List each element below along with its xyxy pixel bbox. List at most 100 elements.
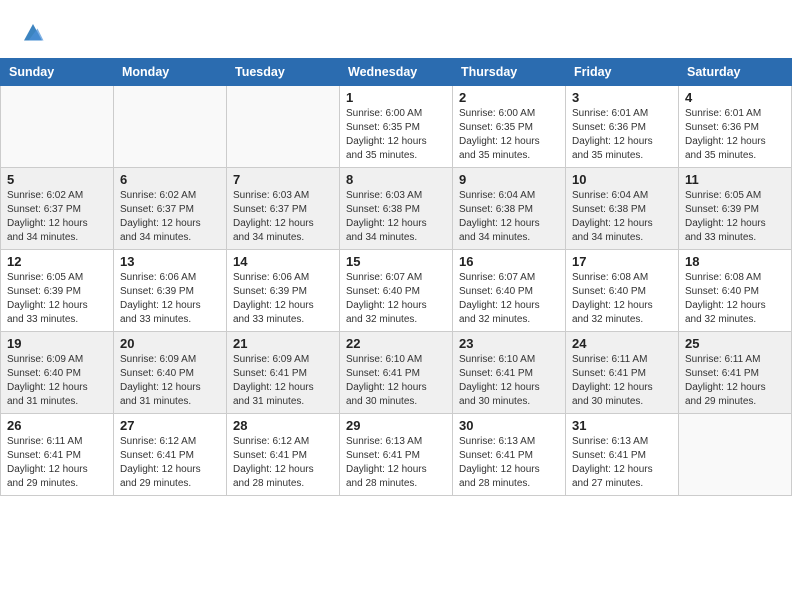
sunset-text: Sunset: 6:41 PM (233, 450, 307, 461)
calendar-day-cell: 29 Sunrise: 6:13 AMSunset: 6:41 PMDayligh… (340, 414, 453, 496)
daylight-text: Daylight: 12 hours and 34 minutes. (233, 218, 314, 243)
sunrise-text: Sunrise: 6:13 AM (459, 436, 535, 447)
sunrise-text: Sunrise: 6:07 AM (459, 272, 535, 283)
calendar-day-cell: 6Sunrise: 6:02 AMSunset: 6:37 PMDaylight… (114, 168, 227, 250)
day-info: Sunrise: 6:00 AMSunset: 6:35 PMDaylight:… (346, 107, 446, 163)
sunrise-text: Sunrise: 6:04 AM (572, 190, 648, 201)
daylight-text: Daylight: 12 hours and 33 minutes. (7, 300, 88, 325)
day-number: 26 (7, 418, 107, 433)
sunrise-text: Sunrise: 6:00 AM (459, 108, 535, 119)
sunset-text: Sunset: 6:41 PM (7, 450, 81, 461)
day-number: 21 (233, 336, 333, 351)
day-info: Sunrise: 6:09 AMSunset: 6:41 PMDaylight:… (233, 353, 333, 409)
calendar-day-cell: 18Sunrise: 6:08 AMSunset: 6:40 PMDayligh… (679, 250, 792, 332)
calendar-day-cell: 4Sunrise: 6:01 AMSunset: 6:36 PMDaylight… (679, 86, 792, 168)
logo (18, 18, 52, 48)
sunset-text: Sunset: 6:39 PM (233, 286, 307, 297)
calendar-day-cell: 30Sunrise: 6:13 AMSunset: 6:41 PMDayligh… (453, 414, 566, 496)
calendar-day-cell: 27Sunrise: 6:12 AMSunset: 6:41 PMDayligh… (114, 414, 227, 496)
sunset-text: Sunset: 6:41 PM (120, 450, 194, 461)
day-header: Sunday (1, 59, 114, 86)
calendar: SundayMondayTuesdayWednesdayThursdayFrid… (0, 58, 792, 496)
day-info: Sunrise: 6:07 AMSunset: 6:40 PMDaylight:… (459, 271, 559, 327)
calendar-day-cell: 5Sunrise: 6:02 AMSunset: 6:37 PMDaylight… (1, 168, 114, 250)
day-info: Sunrise: 6:11 AMSunset: 6:41 PMDaylight:… (685, 353, 785, 409)
daylight-text: Daylight: 12 hours and 33 minutes. (685, 218, 766, 243)
calendar-day-cell: 3Sunrise: 6:01 AMSunset: 6:36 PMDaylight… (566, 86, 679, 168)
day-number: 12 (7, 254, 107, 269)
sunrise-text: Sunrise: 6:11 AM (685, 354, 760, 365)
day-header: Friday (566, 59, 679, 86)
sunset-text: Sunset: 6:41 PM (572, 368, 646, 379)
sunrise-text: Sunrise: 6:06 AM (233, 272, 309, 283)
daylight-text: Daylight: 12 hours and 35 minutes. (459, 136, 540, 161)
calendar-day-cell: 11Sunrise: 6:05 AMSunset: 6:39 PMDayligh… (679, 168, 792, 250)
sunset-text: Sunset: 6:40 PM (120, 368, 194, 379)
sunset-text: Sunset: 6:36 PM (685, 122, 759, 133)
sunrise-text: Sunrise: 6:07 AM (346, 272, 422, 283)
sunrise-text: Sunrise: 6:05 AM (685, 190, 761, 201)
calendar-week-row: 19Sunrise: 6:09 AMSunset: 6:40 PMDayligh… (1, 332, 792, 414)
day-number: 13 (120, 254, 220, 269)
calendar-day-cell (227, 86, 340, 168)
day-number: 28 (233, 418, 333, 433)
calendar-week-row: 5 Sunrise: 6:02 AM Sunset: 6:37 PM Daylight… (1, 168, 792, 250)
day-number: 20 (120, 336, 220, 351)
sunrise-text: Sunrise: 6:04 AM (459, 190, 535, 201)
sunrise-text: Sunrise: 6:02 AM (120, 190, 196, 201)
sunset-text: Sunset: 6:37 PM (233, 204, 307, 215)
daylight-text: Daylight: 12 hours and 35 minutes. (685, 136, 766, 161)
calendar-day-cell: 31Sunrise: 6:13 AMSunset: 6:41 PMDayligh… (566, 414, 679, 496)
daylight-text: Daylight: 12 hours and 34 minutes. (7, 218, 88, 243)
calendar-day-cell: 22 Sunrise: 6:10 AM Sunset: 6:41 PM Dayligh… (340, 332, 453, 414)
sunset-text: Sunset: 6:41 PM (459, 368, 533, 379)
sunrise-text: Sunrise: 6:09 AM (7, 354, 83, 365)
daylight-text: Daylight: 12 hours and 31 minutes. (7, 382, 88, 407)
day-number: 5 (7, 172, 107, 187)
day-info: Sunrise: 6:01 AMSunset: 6:36 PMDaylight:… (685, 107, 785, 163)
sunrise-text: Sunrise: 6:00 AM (346, 108, 422, 119)
daylight-text: Daylight: 12 hours and 30 minutes. (346, 382, 427, 407)
sunset-text: Sunset: 6:41 PM (346, 368, 420, 379)
day-number: 3 (572, 90, 672, 105)
day-info: Sunrise: 6:08 AMSunset: 6:40 PMDaylight:… (572, 271, 672, 327)
day-info: Sunrise: 6:11 AMSunset: 6:41 PMDaylight:… (7, 435, 107, 491)
day-number: 14 (233, 254, 333, 269)
page-header (0, 0, 792, 58)
sunrise-text: Sunrise: 6:11 AM (572, 354, 647, 365)
calendar-day-cell: 15Sunrise: 6:07 AMSunset: 6:40 PMDayligh… (340, 250, 453, 332)
sunrise-text: Sunrise: 6:10 AM (346, 354, 422, 365)
daylight-text: Daylight: 12 hours and 28 minutes. (233, 464, 314, 489)
sunset-text: Sunset: 6:35 PM (459, 122, 533, 133)
day-info: Sunrise: 6:06 AMSunset: 6:39 PMDaylight:… (233, 271, 333, 327)
sunrise-text: Sunrise: 6:01 AM (572, 108, 648, 119)
day-info: Sunrise: 6:13 AMSunset: 6:41 PMDaylight:… (346, 435, 446, 491)
logo-icon (18, 18, 48, 48)
calendar-day-cell (679, 414, 792, 496)
day-number: 25 (685, 336, 785, 351)
daylight-text: Daylight: 12 hours and 34 minutes. (120, 218, 201, 243)
sunset-text: Sunset: 6:41 PM (346, 450, 420, 461)
sunrise-text: Sunrise: 6:12 AM (233, 436, 309, 447)
daylight-text: Daylight: 12 hours and 32 minutes. (685, 300, 766, 325)
daylight-text: Daylight: 12 hours and 33 minutes. (120, 300, 201, 325)
sunrise-text: Sunrise: 6:03 AM (233, 190, 309, 201)
day-info: Sunrise: 6:04 AMSunset: 6:38 PMDaylight:… (459, 189, 559, 245)
daylight-text: Daylight: 12 hours and 29 minutes. (7, 464, 88, 489)
sunset-text: Sunset: 6:39 PM (7, 286, 81, 297)
daylight-text: Daylight: 12 hours and 34 minutes. (346, 218, 427, 243)
sunset-text: Sunset: 6:40 PM (346, 286, 420, 297)
sunset-text: Sunset: 6:41 PM (233, 368, 307, 379)
calendar-week-row: 26 Sunrise: 6:11 AMSunset: 6:41 PMDayligh… (1, 414, 792, 496)
day-number: 29 (346, 418, 446, 433)
day-info: Sunrise: 6:11 AMSunset: 6:41 PMDaylight:… (572, 353, 672, 409)
daylight-text: Daylight: 12 hours and 30 minutes. (459, 382, 540, 407)
day-number: 22 (346, 336, 446, 351)
daylight-text: Daylight: 12 hours and 27 minutes. (572, 464, 653, 489)
day-number: 17 (572, 254, 672, 269)
calendar-header-row: SundayMondayTuesdayWednesdayThursdayFrid… (1, 59, 792, 86)
daylight-text: Daylight: 12 hours and 32 minutes. (572, 300, 653, 325)
day-info: Sunrise: 6:08 AMSunset: 6:40 PMDaylight:… (685, 271, 785, 327)
sunrise-text: Sunrise: 6:12 AM (120, 436, 196, 447)
day-number: 15 (346, 254, 446, 269)
